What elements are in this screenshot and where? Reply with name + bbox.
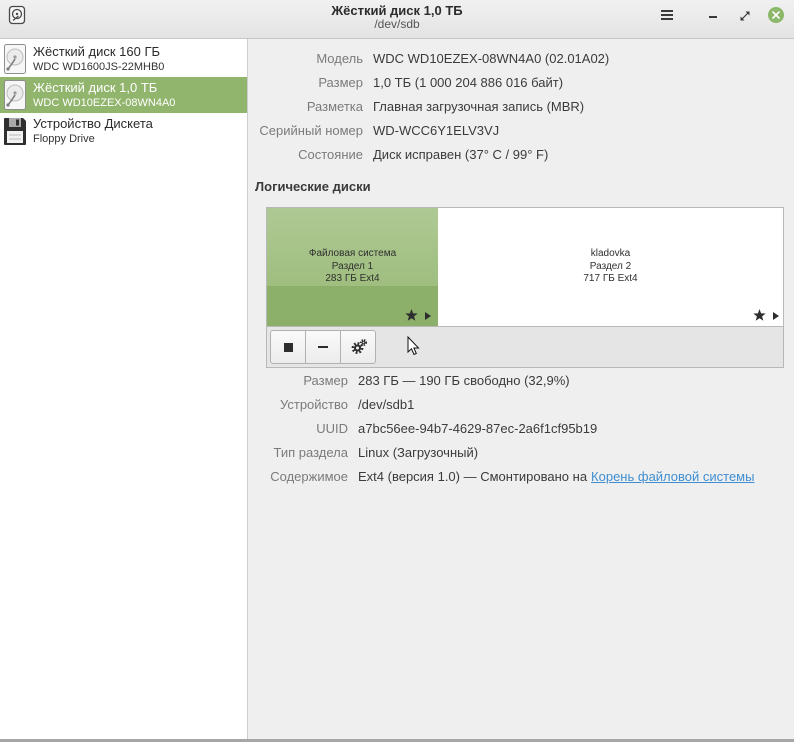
minimize-icon: [709, 16, 717, 18]
drive-row-value: WD-WCC6Y1ELV3VJ: [373, 123, 500, 138]
maximize-button[interactable]: [734, 5, 756, 27]
volume-contents-text: Ext4 (версия 1.0) — Смонтировано на: [358, 469, 588, 484]
volume-size-row: Размер 283 ГБ — 190 ГБ свободно (32,9%): [248, 369, 794, 393]
close-icon: [768, 7, 784, 23]
close-button[interactable]: [765, 4, 787, 26]
star-icon: [405, 309, 418, 321]
partition-label: Файловая система: [308, 248, 397, 259]
delete-partition-button[interactable]: [305, 330, 341, 364]
drive-row-label: Размер: [318, 75, 363, 90]
gear-icon: [351, 339, 367, 354]
volume-row-label: Устройство: [279, 397, 348, 412]
volume-uuid-row: UUID a7bc56ee-94b7-4629-87ec-2a6f1cf95b1…: [248, 417, 794, 441]
partition-label: kladovka: [590, 248, 631, 259]
star-icon: [753, 309, 766, 321]
disks-app-icon[interactable]: [8, 5, 26, 25]
unmount-button[interactable]: [270, 330, 306, 364]
maximize-icon: [740, 11, 750, 21]
drive-row-label: Разметка: [306, 99, 363, 114]
volume-row-label: Тип раздела: [273, 445, 348, 460]
hard-disk-icon: [4, 80, 26, 110]
volume-row-value-group: Ext4 (версия 1.0) — Смонтировано на Корен…: [358, 465, 754, 489]
drive-row-value: Главная загрузочная запись (MBR): [373, 99, 585, 114]
drive-row-label: Состояние: [298, 147, 363, 162]
volume-row-label: Размер: [303, 373, 348, 388]
partition-2-block[interactable]: kladovka Раздел 2 717 ГБ Ext4: [438, 208, 783, 326]
drive-row-value: 1,0 ТБ (1 000 204 886 016 байт): [373, 75, 564, 90]
menu-button[interactable]: [656, 5, 678, 27]
sidebar-item-subtitle: WDC WD10EZEX-08WN4A0: [33, 97, 176, 109]
drive-row-label: Модель: [316, 51, 363, 66]
header-bar: Жёсткий диск 1,0 ТБ /dev/sdb: [0, 0, 794, 39]
device-sidebar: Жёсткий диск 160 ГБ WDC WD1600JS-22MHB0 …: [0, 39, 248, 739]
sidebar-item-subtitle: WDC WD1600JS-22MHB0: [33, 61, 165, 73]
partition-1-block[interactable]: Файловая система Раздел 1 283 ГБ Ext4: [267, 208, 438, 326]
drive-assessment-row: Состояние Диск исправен (37° C / 99° F): [248, 143, 794, 167]
partition-number: Раздел 1: [331, 260, 374, 272]
volume-device-row: Устройство /dev/sdb1: [248, 393, 794, 417]
partition-settings-button[interactable]: [340, 330, 376, 364]
volume-row-value: Linux (Загрузочный): [358, 445, 479, 460]
drive-partitioning-row: Разметка Главная загрузочная запись (MBR…: [248, 95, 794, 119]
volumes-heading: Логические диски: [255, 179, 371, 194]
sidebar-item-hdd-1tb[interactable]: Жёсткий диск 1,0 ТБ WDC WD10EZEX-08WN4A0: [0, 77, 247, 113]
floppy-disk-icon: [4, 118, 26, 145]
partition-size: 283 ГБ Ext4: [325, 273, 380, 284]
partition-map: Файловая система Раздел 1 283 ГБ Ext4 kl…: [266, 207, 784, 327]
sidebar-item-hdd-160[interactable]: Жёсткий диск 160 ГБ WDC WD1600JS-22MHB0: [0, 41, 247, 77]
volume-row-value: 283 ГБ — 190 ГБ свободно (32,9%): [358, 373, 570, 388]
volume-row-value: /dev/sdb1: [358, 397, 415, 412]
hard-disk-icon: [4, 44, 26, 74]
drive-row-label: Серийный номер: [259, 123, 363, 138]
drive-serial-row: Серийный номер WD-WCC6Y1ELV3VJ: [248, 119, 794, 143]
partition-number: Раздел 2: [589, 260, 632, 272]
sidebar-item-subtitle: Floppy Drive: [33, 133, 95, 145]
mount-point-link[interactable]: Корень файловой системы: [591, 469, 754, 484]
mouse-cursor-icon: [407, 336, 420, 356]
minus-icon: [318, 346, 328, 348]
window-subtitle: /dev/sdb: [374, 17, 420, 31]
volume-row-value: a7bc56ee-94b7-4629-87ec-2a6f1cf95b19: [358, 421, 598, 436]
minimize-button[interactable]: [702, 5, 724, 27]
sidebar-item-title: Жёсткий диск 1,0 ТБ: [33, 80, 158, 95]
volume-row-label: Содержимое: [270, 469, 348, 484]
drive-size-row: Размер 1,0 ТБ (1 000 204 886 016 байт): [248, 71, 794, 95]
drive-row-value: Диск исправен (37° C / 99° F): [373, 147, 549, 162]
stop-icon: [284, 343, 293, 352]
drive-row-value: WDC WD10EZEX-08WN4A0 (02.01A02): [373, 51, 610, 66]
volume-toolbar: [266, 327, 784, 368]
sidebar-item-floppy[interactable]: Устройство Дискета Floppy Drive: [0, 113, 247, 149]
triangle-right-icon: [773, 312, 779, 320]
sidebar-item-title: Жёсткий диск 160 ГБ: [33, 44, 161, 59]
drive-model-row: Модель WDC WD10EZEX-08WN4A0 (02.01A02): [248, 47, 794, 71]
volume-row-label: UUID: [316, 421, 348, 436]
sidebar-item-title: Устройство Дискета: [33, 116, 153, 131]
volume-type-row: Тип раздела Linux (Загрузочный): [248, 441, 794, 465]
window-title: Жёсткий диск 1,0 ТБ: [331, 3, 463, 18]
partition-size: 717 ГБ Ext4: [583, 273, 638, 284]
drive-details-pane: Модель WDC WD10EZEX-08WN4A0 (02.01A02) Р…: [248, 39, 794, 739]
triangle-right-icon: [425, 312, 431, 320]
volume-contents-row: Содержимое Ext4 (версия 1.0) — Смонтиров…: [248, 465, 794, 489]
